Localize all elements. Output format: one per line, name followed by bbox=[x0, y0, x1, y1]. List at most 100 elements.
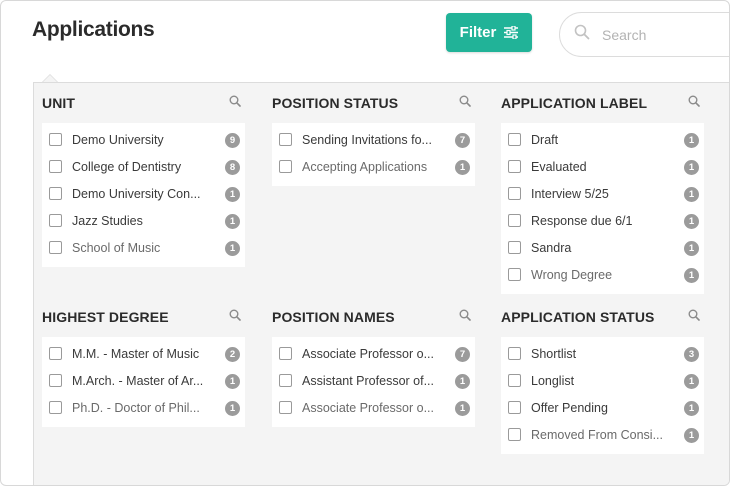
facet-option-label: Jazz Studies bbox=[72, 213, 143, 228]
count-badge: 2 bbox=[225, 347, 240, 362]
facet-option[interactable]: Offer Pending 1 bbox=[501, 394, 704, 421]
facet-option-label: Offer Pending bbox=[531, 400, 608, 415]
facet-title: POSITION STATUS bbox=[272, 95, 399, 111]
facet-header: APPLICATION STATUS bbox=[501, 303, 704, 331]
count-badge: 1 bbox=[684, 133, 699, 148]
facet-option-label: Ph.D. - Doctor of Phil... bbox=[72, 400, 200, 415]
facet-title: APPLICATION STATUS bbox=[501, 309, 655, 325]
facet-search-icon[interactable] bbox=[229, 94, 241, 112]
count-badge: 1 bbox=[455, 401, 470, 416]
search-input[interactable] bbox=[602, 26, 722, 43]
checkbox[interactable] bbox=[508, 187, 521, 200]
facet-list: Associate Professor o... 7 Assistant Profe… bbox=[272, 337, 475, 427]
checkbox[interactable] bbox=[279, 374, 292, 387]
checkbox[interactable] bbox=[279, 347, 292, 360]
checkbox[interactable] bbox=[49, 241, 62, 254]
facet-title: APPLICATION LABEL bbox=[501, 95, 648, 111]
facet-option-label: Draft bbox=[531, 132, 559, 147]
facet-option[interactable]: Accepting Applications 1 bbox=[272, 153, 475, 180]
checkbox[interactable] bbox=[279, 401, 292, 414]
facet-option-label: Interview 5/25 bbox=[531, 186, 609, 201]
facet-list: Draft 1 Evaluated 1 Interview 5/25 1 Response … bbox=[501, 123, 704, 294]
facet-list: Sending Invitations fo... 7 Accepting Appl… bbox=[272, 123, 475, 186]
facet-position-status: POSITION STATUS Sending Invitations fo...… bbox=[272, 89, 475, 186]
checkbox[interactable] bbox=[508, 268, 521, 281]
checkbox[interactable] bbox=[49, 401, 62, 414]
facet-option-label: Shortlist bbox=[531, 346, 577, 361]
checkbox[interactable] bbox=[49, 187, 62, 200]
count-badge: 1 bbox=[225, 214, 240, 229]
facet-option-label: Demo University bbox=[72, 132, 164, 147]
facet-search-icon[interactable] bbox=[459, 94, 471, 112]
checkbox[interactable] bbox=[508, 160, 521, 173]
facet-header: UNIT bbox=[42, 89, 245, 117]
facet-search-icon[interactable] bbox=[229, 308, 241, 326]
facet-header: HIGHEST DEGREE bbox=[42, 303, 245, 331]
checkbox[interactable] bbox=[49, 347, 62, 360]
facet-option[interactable]: School of Music 1 bbox=[42, 234, 245, 261]
facet-option-label: Response due 6/1 bbox=[531, 213, 633, 228]
facet-title: POSITION NAMES bbox=[272, 309, 395, 325]
facet-application-status: APPLICATION STATUS Shortlist 3 Longlist 1 Off… bbox=[501, 303, 704, 454]
facet-option[interactable]: Evaluated 1 bbox=[501, 153, 704, 180]
facet-option[interactable]: Associate Professor o... 1 bbox=[272, 394, 475, 421]
facet-option[interactable]: Draft 1 bbox=[501, 126, 704, 153]
filter-button-label: Filter bbox=[459, 24, 497, 41]
facet-option[interactable]: M.Arch. - Master of Ar... 1 bbox=[42, 367, 245, 394]
count-badge: 1 bbox=[684, 160, 699, 175]
facet-option[interactable]: Associate Professor o... 7 bbox=[272, 340, 475, 367]
count-badge: 1 bbox=[225, 241, 240, 256]
facet-option[interactable]: Longlist 1 bbox=[501, 367, 704, 394]
checkbox[interactable] bbox=[508, 428, 521, 441]
checkbox[interactable] bbox=[49, 133, 62, 146]
checkbox[interactable] bbox=[508, 347, 521, 360]
facet-option[interactable]: College of Dentistry 8 bbox=[42, 153, 245, 180]
checkbox[interactable] bbox=[49, 214, 62, 227]
facet-option[interactable]: Wrong Degree 1 bbox=[501, 261, 704, 288]
facet-option[interactable]: Demo University 9 bbox=[42, 126, 245, 153]
checkbox[interactable] bbox=[508, 241, 521, 254]
count-badge: 1 bbox=[455, 374, 470, 389]
facet-application-label: APPLICATION LABEL Draft 1 Evaluated 1 Intervi… bbox=[501, 89, 704, 294]
count-badge: 1 bbox=[225, 401, 240, 416]
checkbox[interactable] bbox=[279, 160, 292, 173]
search-box[interactable] bbox=[559, 12, 729, 57]
facet-option-label: Demo University Con... bbox=[72, 186, 201, 201]
facet-option[interactable]: Assistant Professor of... 1 bbox=[272, 367, 475, 394]
facet-option[interactable]: Jazz Studies 1 bbox=[42, 207, 245, 234]
count-badge: 1 bbox=[225, 374, 240, 389]
facet-option[interactable]: Response due 6/1 1 bbox=[501, 207, 704, 234]
facet-option[interactable]: Ph.D. - Doctor of Phil... 1 bbox=[42, 394, 245, 421]
facet-search-icon[interactable] bbox=[688, 308, 700, 326]
facet-option[interactable]: Removed From Consi... 1 bbox=[501, 421, 704, 448]
checkbox[interactable] bbox=[49, 160, 62, 173]
facet-option[interactable]: Sending Invitations fo... 7 bbox=[272, 126, 475, 153]
count-badge: 1 bbox=[684, 401, 699, 416]
facet-option-label: Removed From Consi... bbox=[531, 427, 663, 442]
checkbox[interactable] bbox=[508, 133, 521, 146]
facet-list: M.M. - Master of Music 2 M.Arch. - Master … bbox=[42, 337, 245, 427]
count-badge: 8 bbox=[225, 160, 240, 175]
count-badge: 1 bbox=[684, 268, 699, 283]
facet-option[interactable]: M.M. - Master of Music 2 bbox=[42, 340, 245, 367]
facet-unit: UNIT Demo University 9 College of Dentistry… bbox=[42, 89, 245, 267]
app-window: Applications Filter UNIT Demo University 9… bbox=[0, 0, 730, 486]
checkbox[interactable] bbox=[49, 374, 62, 387]
checkbox[interactable] bbox=[508, 374, 521, 387]
facet-search-icon[interactable] bbox=[459, 308, 471, 326]
facet-option[interactable]: Shortlist 3 bbox=[501, 340, 704, 367]
facet-list: Shortlist 3 Longlist 1 Offer Pending 1 Removed… bbox=[501, 337, 704, 454]
count-badge: 1 bbox=[455, 160, 470, 175]
facet-option[interactable]: Interview 5/25 1 bbox=[501, 180, 704, 207]
checkbox[interactable] bbox=[508, 401, 521, 414]
checkbox[interactable] bbox=[279, 133, 292, 146]
facet-option[interactable]: Sandra 1 bbox=[501, 234, 704, 261]
facet-option-label: College of Dentistry bbox=[72, 159, 182, 174]
checkbox[interactable] bbox=[508, 214, 521, 227]
facet-option-label: Wrong Degree bbox=[531, 267, 613, 282]
facet-option[interactable]: Demo University Con... 1 bbox=[42, 180, 245, 207]
facet-option-label: School of Music bbox=[72, 240, 161, 255]
filter-button[interactable]: Filter bbox=[446, 13, 532, 52]
facet-search-icon[interactable] bbox=[688, 94, 700, 112]
facet-option-label: M.M. - Master of Music bbox=[72, 346, 200, 361]
